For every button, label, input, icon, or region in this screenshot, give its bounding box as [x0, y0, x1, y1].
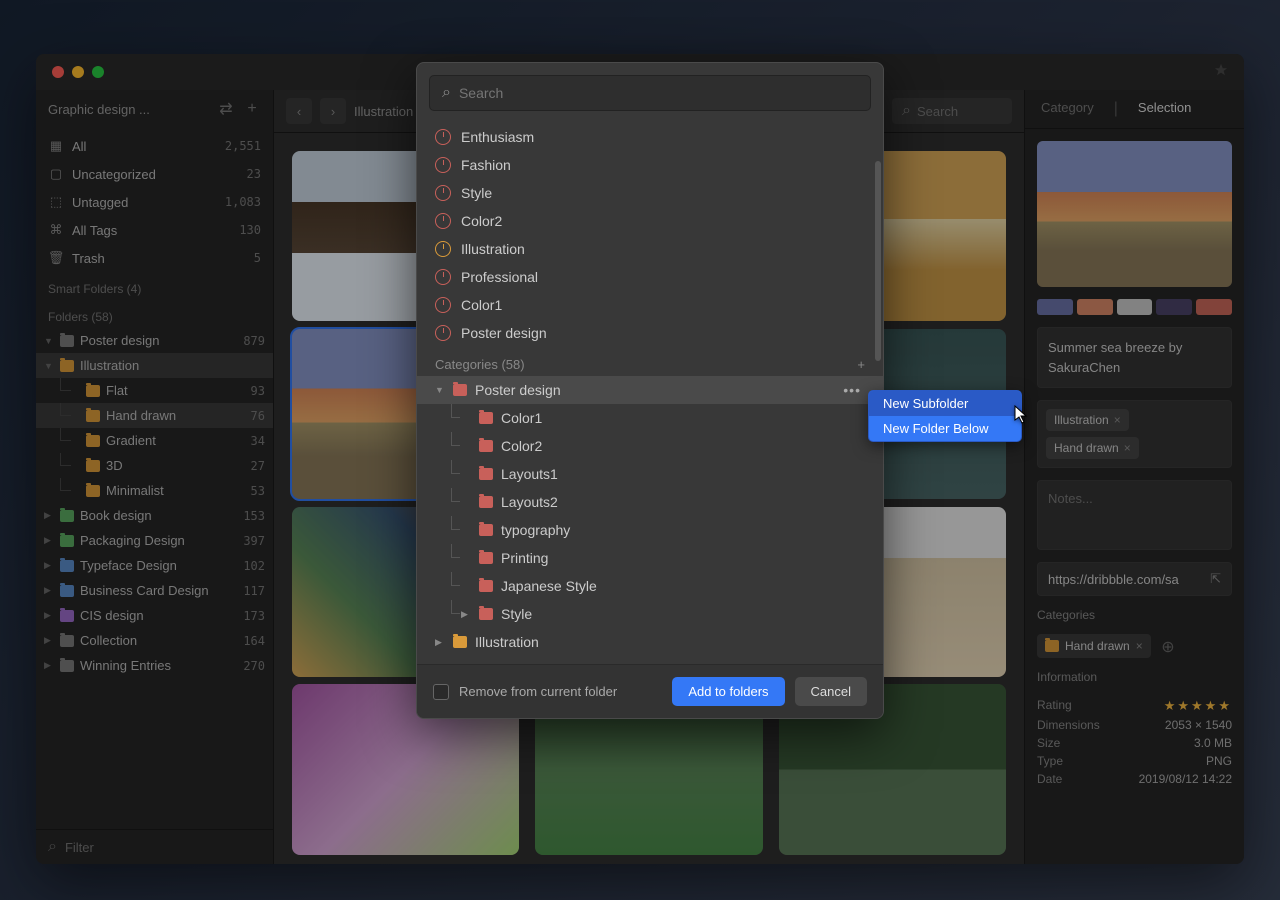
- clock-icon: [435, 129, 451, 145]
- modal-folder-typography[interactable]: typography: [417, 516, 883, 544]
- add-category-button[interactable]: +: [857, 357, 865, 372]
- add-to-folders-button[interactable]: Add to folders: [672, 677, 784, 706]
- more-icon[interactable]: •••: [843, 382, 861, 398]
- categories-section-header: Categories (58) +: [417, 347, 883, 376]
- clock-icon: [435, 213, 451, 229]
- modal-folder-japanese-style[interactable]: Japanese Style: [417, 572, 883, 600]
- caret-icon[interactable]: ▶: [461, 609, 471, 620]
- add-to-folders-modal: ⌕ EnthusiasmFashionStyleColor2Illustrati…: [416, 62, 884, 719]
- folder-icon: [479, 608, 493, 620]
- recent-item-poster-design[interactable]: Poster design: [417, 319, 883, 347]
- recent-item-professional[interactable]: Professional: [417, 263, 883, 291]
- modal-search-input[interactable]: [459, 85, 858, 101]
- modal-folder-layouts2[interactable]: Layouts2: [417, 488, 883, 516]
- recent-item-color1[interactable]: Color1: [417, 291, 883, 319]
- folder-icon: [479, 440, 493, 452]
- folder-icon: [479, 552, 493, 564]
- caret-icon[interactable]: ▼: [435, 385, 445, 395]
- recent-item-illustration[interactable]: Illustration: [417, 235, 883, 263]
- modal-folder-style[interactable]: ▶Style: [417, 600, 883, 628]
- search-icon: ⌕: [442, 84, 451, 102]
- scrollbar[interactable]: [875, 161, 881, 361]
- clock-icon: [435, 241, 451, 257]
- folder-context-menu: New Subfolder New Folder Below: [868, 390, 1022, 442]
- clock-icon: [435, 269, 451, 285]
- modal-folder-illustration[interactable]: ▶Illustration: [417, 628, 883, 656]
- modal-footer: Remove from current folder Add to folder…: [417, 664, 883, 718]
- modal-folder-layouts1[interactable]: Layouts1: [417, 460, 883, 488]
- recent-item-enthusiasm[interactable]: Enthusiasm: [417, 123, 883, 151]
- folder-icon: [479, 580, 493, 592]
- clock-icon: [435, 185, 451, 201]
- modal-folder-color1[interactable]: Color1: [417, 404, 883, 432]
- clock-icon: [435, 325, 451, 341]
- context-menu-new-folder-below[interactable]: New Folder Below: [869, 416, 1021, 441]
- clock-icon: [435, 157, 451, 173]
- modal-body: EnthusiasmFashionStyleColor2Illustration…: [417, 123, 883, 664]
- remove-from-folder-checkbox[interactable]: [433, 684, 449, 700]
- folder-icon: [479, 496, 493, 508]
- cancel-button[interactable]: Cancel: [795, 677, 867, 706]
- folder-icon: [479, 412, 493, 424]
- modal-folder-poster-design[interactable]: ▼Poster design•••: [417, 376, 883, 404]
- modal-search[interactable]: ⌕: [429, 75, 871, 111]
- modal-folder-printing[interactable]: Printing: [417, 544, 883, 572]
- caret-icon[interactable]: ▶: [435, 637, 445, 648]
- context-menu-new-subfolder[interactable]: New Subfolder: [869, 391, 1021, 416]
- mouse-cursor: [1014, 405, 1030, 425]
- remove-label: Remove from current folder: [459, 684, 662, 699]
- folder-icon: [453, 636, 467, 648]
- recent-item-fashion[interactable]: Fashion: [417, 151, 883, 179]
- modal-folder-color2[interactable]: Color2: [417, 432, 883, 460]
- clock-icon: [435, 297, 451, 313]
- folder-icon: [453, 384, 467, 396]
- folder-icon: [479, 524, 493, 536]
- folder-icon: [479, 468, 493, 480]
- recent-item-style[interactable]: Style: [417, 179, 883, 207]
- recent-item-color2[interactable]: Color2: [417, 207, 883, 235]
